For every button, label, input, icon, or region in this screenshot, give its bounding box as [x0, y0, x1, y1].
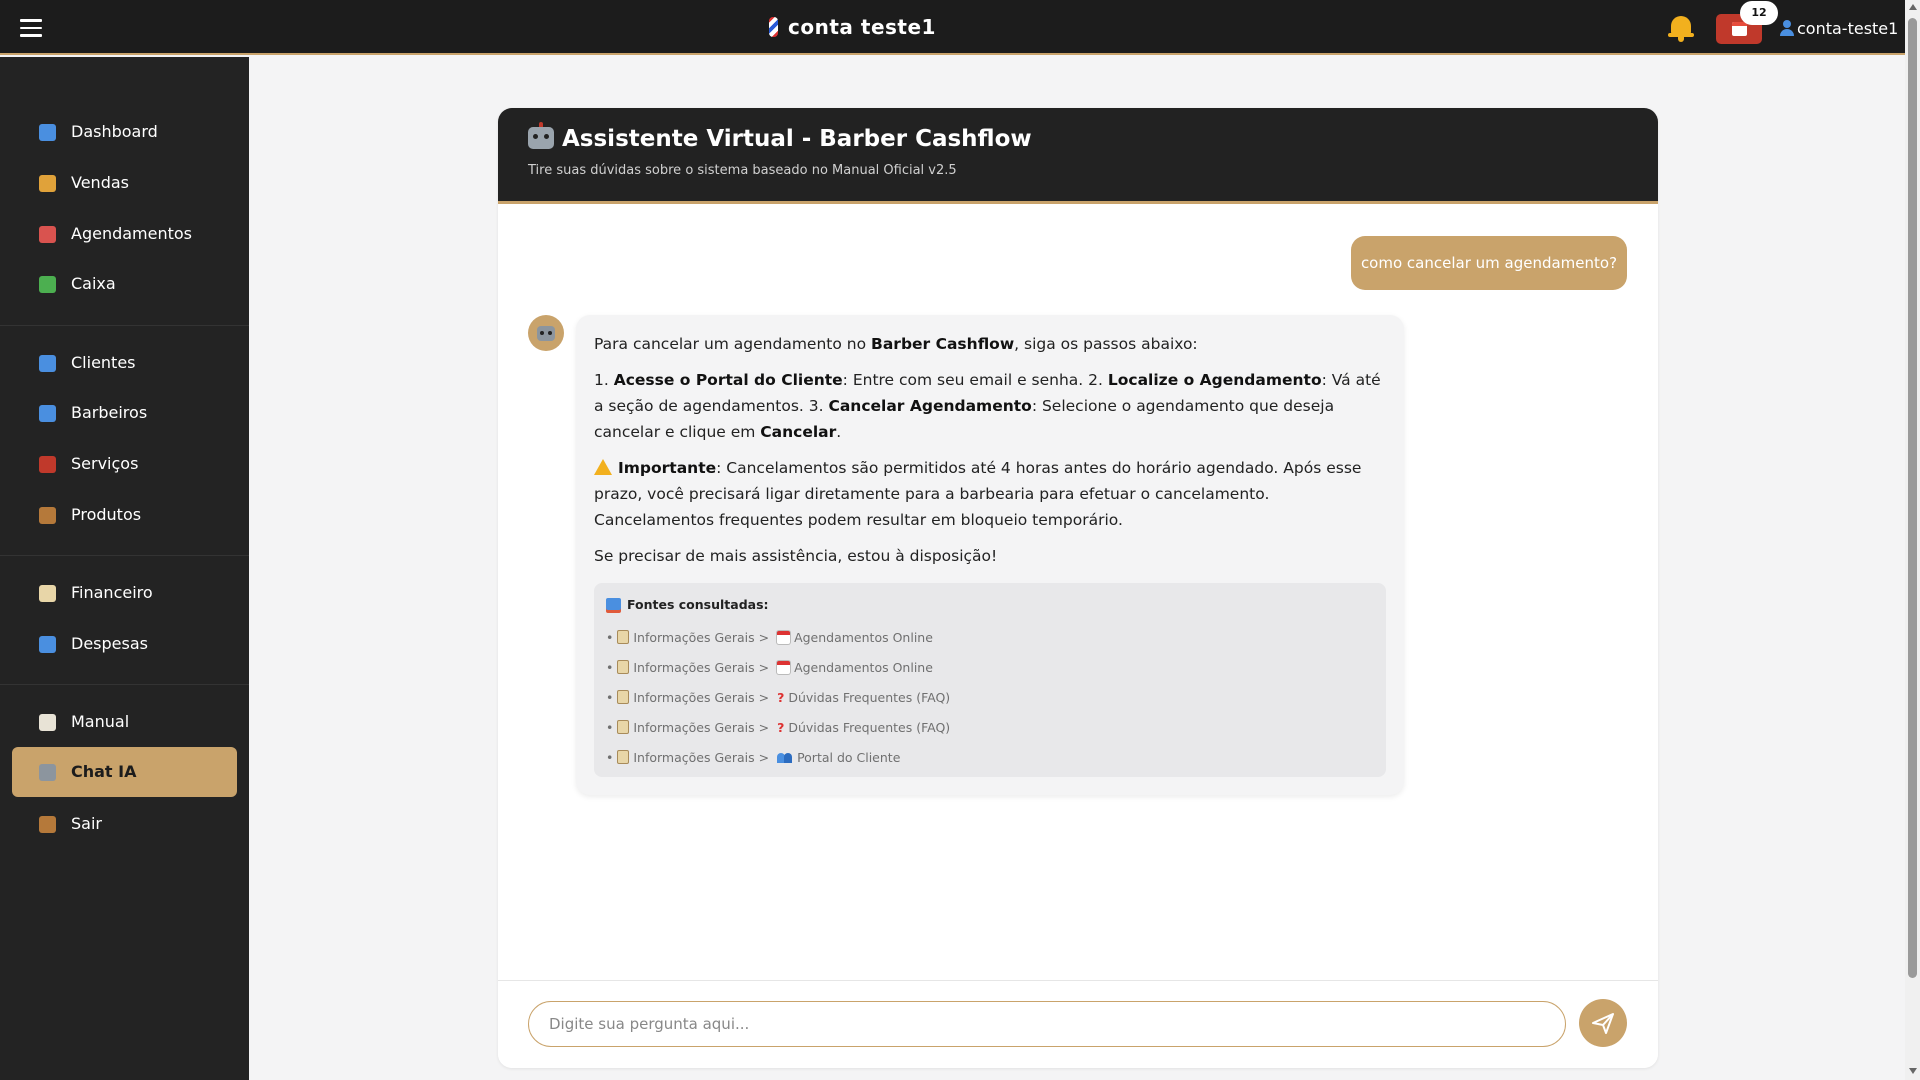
brand-title: conta teste1 [0, 15, 1705, 39]
bot-message: Para cancelar um agendamento no Barber C… [576, 315, 1404, 795]
source-item: • Informações Gerais > Agendamentos Onli… [606, 630, 933, 645]
clipboard-icon [39, 585, 56, 602]
sidebar-item-label: Dashboard [71, 122, 158, 141]
sidebar-item-sair[interactable]: Sair [12, 799, 237, 849]
question-icon: ? [777, 720, 785, 735]
clipboard-icon [617, 690, 630, 704]
clipboard-icon [617, 630, 630, 644]
sources-box: Fontes consultadas: • Informações Gerais… [594, 583, 1386, 777]
people-icon [777, 751, 793, 763]
sidebar-item-label: Serviços [71, 454, 139, 473]
robot-icon [39, 764, 56, 781]
sidebar-item-label: Manual [71, 712, 130, 731]
user-icon [1780, 20, 1794, 36]
sources-title: Fontes consultadas: [606, 595, 1374, 615]
send-icon [1592, 1013, 1614, 1034]
chat-subtitle: Tire suas dúvidas sobre o sistema basead… [528, 163, 957, 178]
page-scrollbar[interactable] [1905, 0, 1920, 1080]
chat-input[interactable] [528, 1001, 1566, 1047]
sidebar: Dashboard Vendas Agendamentos Caixa Clientes… [0, 57, 249, 1080]
chat-title: Assistente Virtual - Barber Cashflow [528, 122, 1032, 152]
cash-icon [39, 276, 56, 293]
sidebar-item-label: Caixa [71, 274, 116, 293]
source-item: • Informações Gerais > Agendamentos Onli… [606, 660, 933, 675]
sidebar-item-label: Barbeiros [71, 403, 148, 422]
scroll-thumb[interactable] [1908, 18, 1917, 978]
books-icon [606, 598, 621, 610]
sidebar-item-label: Despesas [71, 634, 148, 653]
bell-icon[interactable] [1668, 14, 1694, 42]
sidebar-item-label: Vendas [71, 173, 129, 192]
scroll-down-icon[interactable] [1909, 1068, 1917, 1074]
sidebar-item-clientes[interactable]: Clientes [12, 338, 237, 388]
chat-panel: Assistente Virtual - Barber Cashflow Tir… [498, 108, 1658, 1068]
bot-steps: 1. Acesse o Portal do Cliente: Entre com… [594, 371, 1381, 441]
sidebar-item-label: Financeiro [71, 583, 153, 602]
input-bar [498, 980, 1658, 1068]
notification-badge: 12 [1740, 1, 1778, 25]
sidebar-item-despesas[interactable]: Despesas [12, 619, 237, 669]
package-icon [39, 507, 56, 524]
sidebar-item-barbeiros[interactable]: Barbeiros [12, 388, 237, 438]
barber-pole-icon [769, 17, 779, 37]
chat-header: Assistente Virtual - Barber Cashflow Tir… [498, 108, 1658, 204]
scissors-icon [39, 456, 56, 473]
user-menu[interactable]: conta-teste1 [1780, 19, 1898, 38]
sidebar-item-dashboard[interactable]: Dashboard [12, 107, 237, 157]
sidebar-item-financeiro[interactable]: Financeiro [12, 568, 237, 618]
sidebar-item-manual[interactable]: Manual [12, 697, 237, 747]
sidebar-item-caixa[interactable]: Caixa [12, 259, 237, 309]
sidebar-divider [0, 555, 249, 556]
top-bar: conta teste1 12 conta-teste1 [0, 0, 1905, 55]
sidebar-item-label: Chat IA [71, 762, 137, 781]
clipboard-icon [617, 750, 630, 764]
door-icon [39, 816, 56, 833]
calendar-icon [777, 661, 791, 674]
sidebar-item-label: Agendamentos [71, 224, 193, 243]
bot-avatar [528, 315, 564, 351]
username: conta-teste1 [1797, 19, 1899, 38]
chart-down-icon [39, 636, 56, 653]
clipboard-icon [617, 660, 630, 674]
sidebar-divider [0, 684, 249, 685]
chart-icon [39, 124, 56, 141]
robot-icon [537, 326, 555, 341]
warning-icon [594, 459, 612, 475]
person-icon [39, 355, 56, 372]
sidebar-item-agendamentos[interactable]: Agendamentos [12, 209, 237, 259]
bot-intro: Para cancelar um agendamento no Barber C… [594, 335, 1198, 353]
question-icon: ? [777, 690, 785, 705]
sidebar-divider [0, 325, 249, 326]
send-button[interactable] [1579, 999, 1627, 1047]
bot-important: Importante: Cancelamentos são permitidos… [594, 459, 1362, 529]
sidebar-item-chat-ia[interactable]: Chat IA [12, 747, 237, 797]
clipboard-icon [617, 720, 630, 734]
source-item: • Informações Gerais > Portal do Cliente [606, 750, 901, 765]
sidebar-item-label: Sair [71, 814, 102, 833]
source-item: • Informações Gerais > ? Dúvidas Frequent… [606, 720, 951, 735]
book-icon [39, 714, 56, 731]
source-item: • Informações Gerais > ? Dúvidas Frequent… [606, 690, 951, 705]
sidebar-item-vendas[interactable]: Vendas [12, 158, 237, 208]
people-icon [39, 405, 56, 422]
calendar-icon [39, 226, 56, 243]
bot-closing: Se precisar de mais assistência, estou à… [594, 547, 998, 565]
sidebar-item-label: Produtos [71, 505, 142, 524]
money-bag-icon [39, 175, 56, 192]
robot-icon [528, 122, 554, 149]
calendar-icon [777, 631, 791, 644]
sidebar-item-label: Clientes [71, 353, 136, 372]
scroll-up-icon[interactable] [1909, 4, 1917, 10]
user-message: como cancelar um agendamento? [1351, 236, 1627, 290]
sidebar-item-produtos[interactable]: Produtos [12, 490, 237, 540]
calendar-icon [1732, 22, 1747, 36]
sidebar-item-servi-os[interactable]: Serviços [12, 439, 237, 489]
